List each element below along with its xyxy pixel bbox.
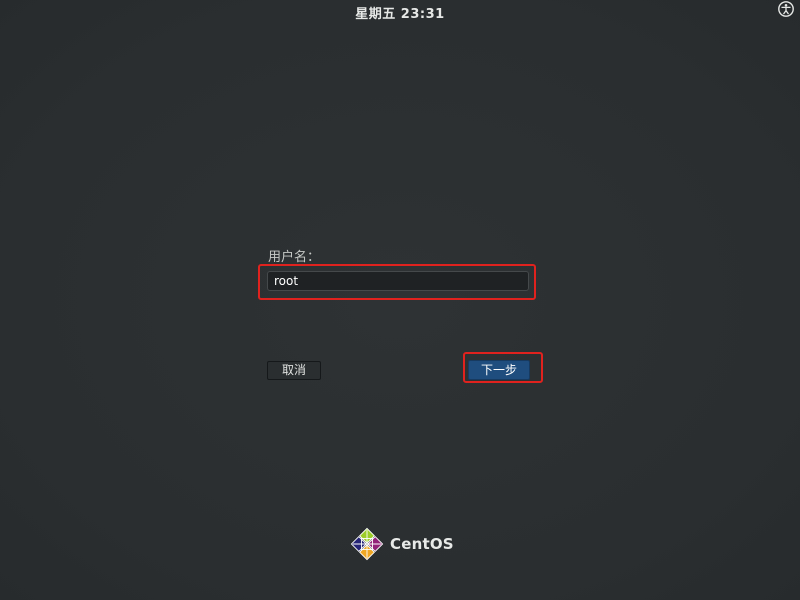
top-bar: 星期五 23:31: [0, 0, 800, 22]
login-screen: 星期五 23:31 用户名： 取消 下一步 CentOS: [0, 0, 800, 600]
centos-logo-text: CentOS: [390, 535, 454, 553]
centos-logo: CentOS: [350, 527, 454, 561]
next-button[interactable]: 下一步: [468, 360, 530, 380]
accessibility-icon[interactable]: [778, 1, 794, 17]
username-input[interactable]: [267, 271, 529, 291]
clock[interactable]: 星期五 23:31: [0, 3, 800, 22]
cancel-button[interactable]: 取消: [267, 361, 321, 380]
centos-logo-icon: [350, 527, 384, 561]
username-label: 用户名：: [268, 250, 321, 265]
